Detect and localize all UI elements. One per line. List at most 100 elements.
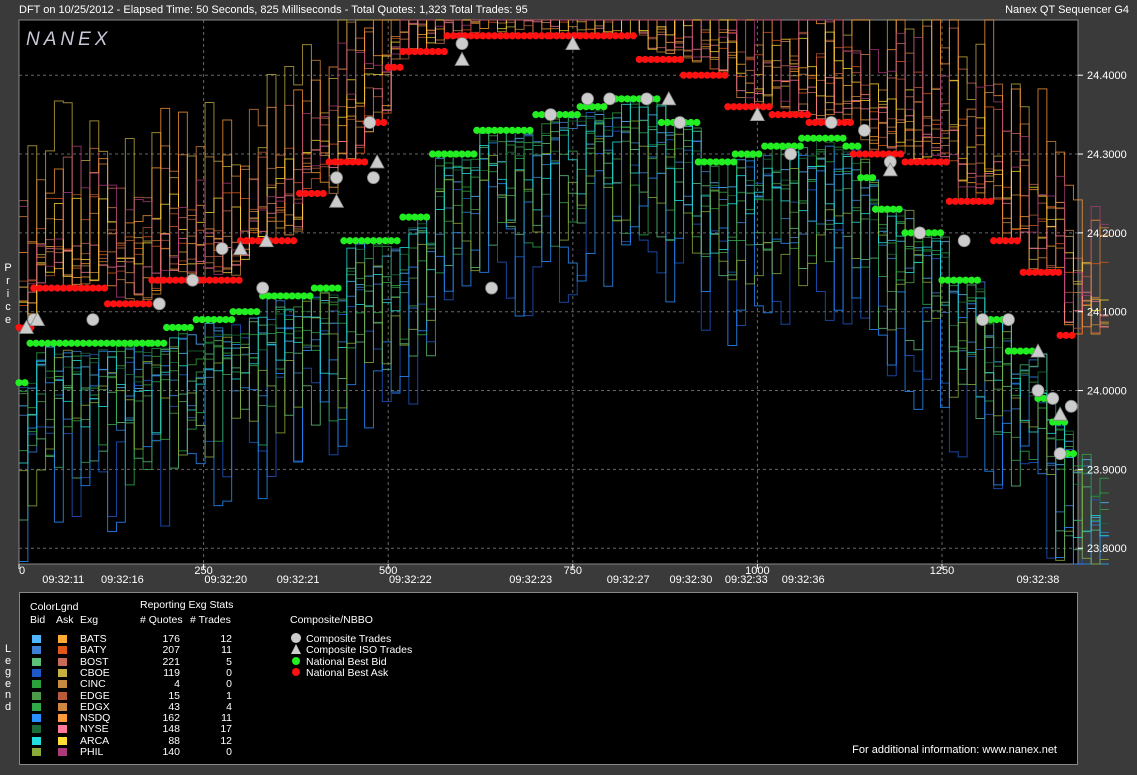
exchange-trades: 4	[226, 700, 232, 713]
trade-point	[957, 234, 971, 248]
composite-label: National Best Ask	[306, 666, 389, 679]
bid-color-swatch	[32, 725, 41, 734]
x-axis-ticks: 0 250 500 750 1000 125009:32:11 09:32:16 09:32:…	[18, 564, 1060, 586]
exchange-name: EDGX	[80, 700, 110, 713]
composite-label: Composite ISO Trades	[306, 644, 413, 657]
exchange-trades: 11	[221, 712, 232, 725]
exchange-trades: 12	[220, 734, 232, 747]
ask-point	[1068, 331, 1076, 339]
trade-point	[1053, 447, 1067, 461]
legend-colorlegend-title: ColorLgnd	[30, 601, 79, 613]
composite-label: National Best Bid	[306, 655, 387, 668]
time-label: 09:32:20	[204, 574, 247, 586]
bid-point	[21, 379, 29, 387]
bid-color-swatch	[32, 748, 41, 756]
ask-point	[101, 284, 109, 292]
exchange-name: BOST	[80, 655, 109, 668]
ask-point	[319, 189, 327, 198]
trade-point	[186, 273, 199, 287]
ask-point	[897, 150, 905, 158]
bid-point	[253, 308, 261, 316]
exchange-quotes: 88	[168, 734, 180, 747]
nanex-logo: NANEX	[26, 29, 111, 50]
composite-label: Composite Trades	[306, 633, 392, 645]
exchange-name: ARCA	[80, 734, 110, 747]
bid-color-swatch	[32, 657, 41, 666]
ask-color-swatch	[58, 657, 67, 666]
trade-point	[913, 226, 927, 240]
exchange-quotes: 43	[168, 700, 180, 713]
time-label: 09:32:33	[725, 574, 768, 586]
exchange-name: NYSE	[80, 723, 109, 736]
y-tick-label: 24.4000	[1087, 70, 1127, 82]
exchange-trades: 17	[220, 723, 232, 736]
trade-point	[256, 281, 270, 295]
time-label: 09:32:27	[607, 574, 650, 586]
trade-point	[455, 37, 469, 51]
exchange-quotes: 162	[162, 712, 180, 725]
ask-color-swatch	[58, 680, 67, 689]
ask-point	[942, 158, 951, 166]
trade-point	[1031, 384, 1045, 397]
bid-color-swatch	[32, 668, 41, 677]
bid-point	[730, 158, 738, 166]
ask-point	[380, 118, 388, 127]
bid-color-swatch	[32, 635, 41, 643]
legend-quotes-header: # Quotes	[140, 614, 183, 626]
ask-color-swatch	[58, 646, 67, 655]
trade-point	[1064, 399, 1078, 413]
bid-point	[573, 111, 581, 119]
trade-point	[485, 281, 498, 295]
exchange-quotes: 140	[162, 746, 180, 758]
legend-bid-header: Bid	[30, 614, 46, 626]
ask-point	[846, 118, 855, 127]
ask-color-swatch	[58, 635, 67, 643]
trade-point	[544, 108, 558, 122]
trade-point	[824, 116, 838, 129]
ask-point	[677, 55, 685, 64]
y-tick-label: 24.2000	[1087, 228, 1127, 240]
trade-point	[367, 171, 380, 185]
exchange-trades: 0	[226, 666, 232, 679]
ask-point	[987, 197, 995, 205]
trade-point	[152, 297, 166, 311]
time-label: 09:32:38	[1017, 574, 1060, 586]
exchange-trades: 11	[221, 644, 232, 657]
legend-trades-header: # Trades	[190, 614, 231, 626]
bid-point	[160, 339, 168, 347]
exchange-quotes: 119	[163, 666, 180, 679]
time-label: 09:32:11	[42, 574, 84, 586]
ask-color-swatch	[58, 668, 67, 677]
trade-point	[330, 171, 343, 185]
exchange-quotes: 176	[162, 633, 180, 645]
ask-point	[629, 32, 637, 40]
ask-color-swatch	[58, 691, 67, 700]
bid-point	[973, 276, 982, 284]
ask-point	[1013, 237, 1021, 245]
ask-color-swatch	[58, 736, 67, 745]
bid-point	[1069, 450, 1078, 458]
trade-point	[976, 313, 990, 326]
bid-color-swatch	[32, 646, 41, 655]
exchange-name: PHIL	[80, 746, 104, 758]
y-tick-label: 23.9000	[1087, 464, 1127, 476]
ask-point	[235, 276, 243, 284]
legend-reporting-title: Reporting Exg Stats	[140, 599, 234, 611]
bid-color-swatch	[32, 736, 41, 745]
legend-ask-header: Ask	[56, 614, 74, 626]
bid-point	[755, 150, 763, 158]
trade-point	[363, 116, 377, 129]
trade-point	[784, 147, 798, 161]
trade-point	[581, 92, 594, 106]
ask-point	[765, 103, 773, 111]
bid-point	[393, 237, 401, 245]
ask-point	[396, 63, 404, 71]
bid-point	[186, 323, 194, 332]
x-tick-label: 0	[19, 565, 25, 577]
bid-color-swatch	[32, 714, 41, 723]
exchange-trades: 0	[226, 678, 232, 691]
trade-point	[1046, 392, 1060, 405]
time-label: 09:32:23	[509, 574, 552, 586]
price-chart: 23.8000 23.9000 24.0000 24.1000 24.2000 24.30…	[15, 19, 1127, 586]
exchange-name: CINC	[80, 678, 106, 691]
